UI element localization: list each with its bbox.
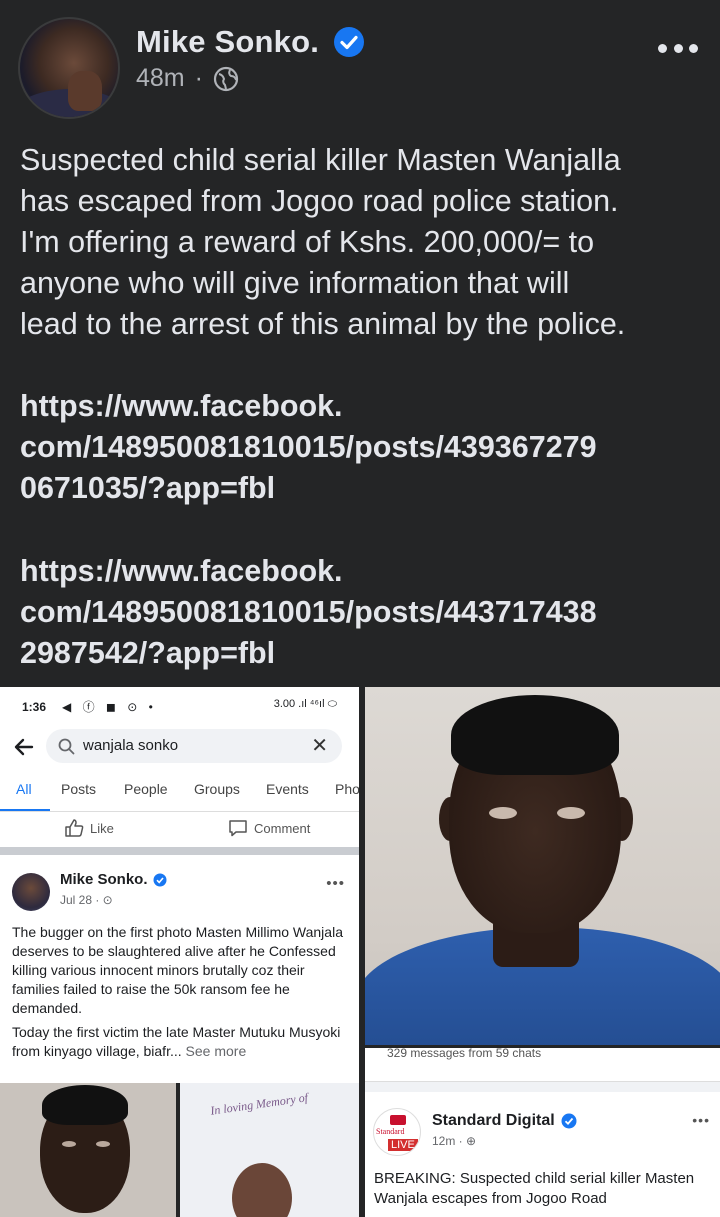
globe-icon	[213, 66, 239, 91]
search-filter-tabs: All Posts People Groups Events Pho	[0, 777, 359, 811]
search-query: wanjala sonko	[83, 737, 179, 754]
author-avatar[interactable]	[18, 17, 120, 119]
avatar[interactable]	[12, 873, 50, 911]
inner-post-text-2: Today the first victim the late Master M…	[12, 1023, 356, 1061]
divider	[0, 811, 359, 812]
more-options-icon[interactable]: •••	[326, 875, 345, 892]
standard-post-meta: 12m · ⊕	[432, 1134, 477, 1148]
inner-post-text: The bugger on the first photo Masten Mil…	[12, 924, 343, 1016]
post-time[interactable]: 48m	[136, 64, 185, 93]
standard-logo[interactable]: Standard LIVE	[373, 1108, 421, 1156]
filter-tab-all[interactable]: All	[16, 781, 32, 797]
inner-author-name[interactable]: Mike Sonko.	[60, 871, 148, 888]
filter-tab-people[interactable]: People	[124, 781, 168, 797]
post-text-line: has escaped from Jogoo road police stati…	[20, 184, 619, 218]
filter-tab-events[interactable]: Events	[266, 781, 309, 797]
search-row: wanjala sonko ✕	[0, 727, 359, 767]
post-actions: Like Comment	[0, 813, 359, 843]
more-options-icon[interactable]	[658, 36, 698, 60]
logo-word: Standard	[376, 1127, 405, 1136]
post-link-2[interactable]: https://www.facebook. com/14895008181001…	[20, 551, 710, 674]
like-icon	[65, 819, 84, 837]
status-bar: 1:36 ◀ ⓕ ◼ ⊙ • 3.00 .ıl ⁴⁶ıl ⬭	[0, 687, 359, 727]
link-line[interactable]: https://www.facebook.	[20, 386, 710, 427]
link-line[interactable]: https://www.facebook.	[20, 551, 710, 592]
photo-suspect-small[interactable]	[0, 1083, 176, 1217]
comment-button[interactable]: Comment	[228, 819, 310, 837]
standard-author-name[interactable]: Standard Digital	[432, 1112, 555, 1130]
messages-card: 329 messages from 59 chats	[365, 1048, 720, 1082]
photo-search-screenshot[interactable]: 1:36 ◀ ⓕ ◼ ⊙ • 3.00 .ıl ⁴⁶ıl ⬭ wanjala s…	[0, 687, 359, 1083]
status-time: 1:36	[22, 700, 47, 714]
see-more-link[interactable]: See more	[186, 1043, 247, 1059]
photo-standard-digital-post[interactable]: 329 messages from 59 chats Standard LIVE…	[365, 1048, 720, 1217]
inner-author[interactable]: Mike Sonko.	[60, 871, 167, 888]
more-options-icon[interactable]: •••	[692, 1112, 710, 1128]
like-button[interactable]: Like	[64, 819, 114, 837]
comment-icon	[229, 820, 247, 837]
link-line[interactable]: com/148950081810015/posts/439367279	[20, 427, 710, 468]
live-badge: LIVE	[388, 1139, 418, 1151]
meta-separator: ·	[194, 64, 203, 92]
post-text-line: I'm offering a reward of Kshs. 200,000/=…	[20, 225, 595, 259]
standard-post-card: Standard LIVE Standard Digital 12m · ⊕ •…	[365, 1092, 720, 1217]
photo-suspect[interactable]	[365, 687, 720, 1045]
comment-label: Comment	[254, 820, 311, 836]
filter-tab-posts[interactable]: Posts	[61, 781, 96, 797]
status-icons: ◀ ⓕ ◼ ⊙ •	[62, 700, 157, 714]
link-line[interactable]: 0671035/?app=fbl	[20, 468, 710, 509]
post-text: Suspected child serial killer Masten Wan…	[20, 140, 710, 345]
inner-post-text-line: Today the first victim the late Master M…	[12, 1024, 341, 1059]
photo-memorial[interactable]: In loving Memory of	[180, 1083, 359, 1217]
like-label: Like	[90, 820, 114, 836]
inner-post-header: Mike Sonko. Jul 28 · ⊙ •••	[0, 859, 359, 919]
back-arrow-icon[interactable]	[12, 735, 36, 759]
verified-badge-icon	[153, 873, 167, 886]
divider	[0, 847, 359, 855]
inner-post-meta: Jul 28 · ⊙	[60, 893, 113, 907]
post-text-line: Suspected child serial killer Masten Wan…	[20, 143, 621, 177]
memorial-caption: In loving Memory of	[209, 1090, 309, 1118]
link-line[interactable]: com/148950081810015/posts/443717438	[20, 592, 710, 633]
search-input[interactable]: wanjala sonko ✕	[46, 729, 342, 763]
post-link-1[interactable]: https://www.facebook. com/14895008181001…	[20, 386, 710, 509]
filter-tab-groups[interactable]: Groups	[194, 781, 240, 797]
standard-post-text: BREAKING: Suspected child serial killer …	[374, 1170, 695, 1207]
search-icon	[58, 738, 75, 755]
post-text-line: lead to the arrest of this animal by the…	[20, 307, 626, 341]
post-text-line: anyone who will give information that wi…	[20, 266, 570, 300]
messages-count: 329 messages from 59 chats	[387, 1048, 542, 1060]
author-name[interactable]: Mike Sonko.	[136, 24, 319, 60]
standard-author[interactable]: Standard Digital	[432, 1112, 577, 1130]
post-header: Mike Sonko. 48m ·	[0, 0, 720, 130]
verified-badge-icon	[334, 27, 365, 57]
link-line[interactable]: 2987542/?app=fbl	[20, 633, 710, 674]
author-row: Mike Sonko.	[136, 24, 365, 60]
post-meta: 48m ·	[136, 64, 239, 93]
clear-search-icon[interactable]: ✕	[311, 736, 328, 756]
verified-badge-icon	[561, 1113, 577, 1129]
filter-tab-photos[interactable]: Pho	[335, 781, 359, 797]
status-right-icons: 3.00 .ıl ⁴⁶ıl ⬭	[273, 698, 337, 710]
